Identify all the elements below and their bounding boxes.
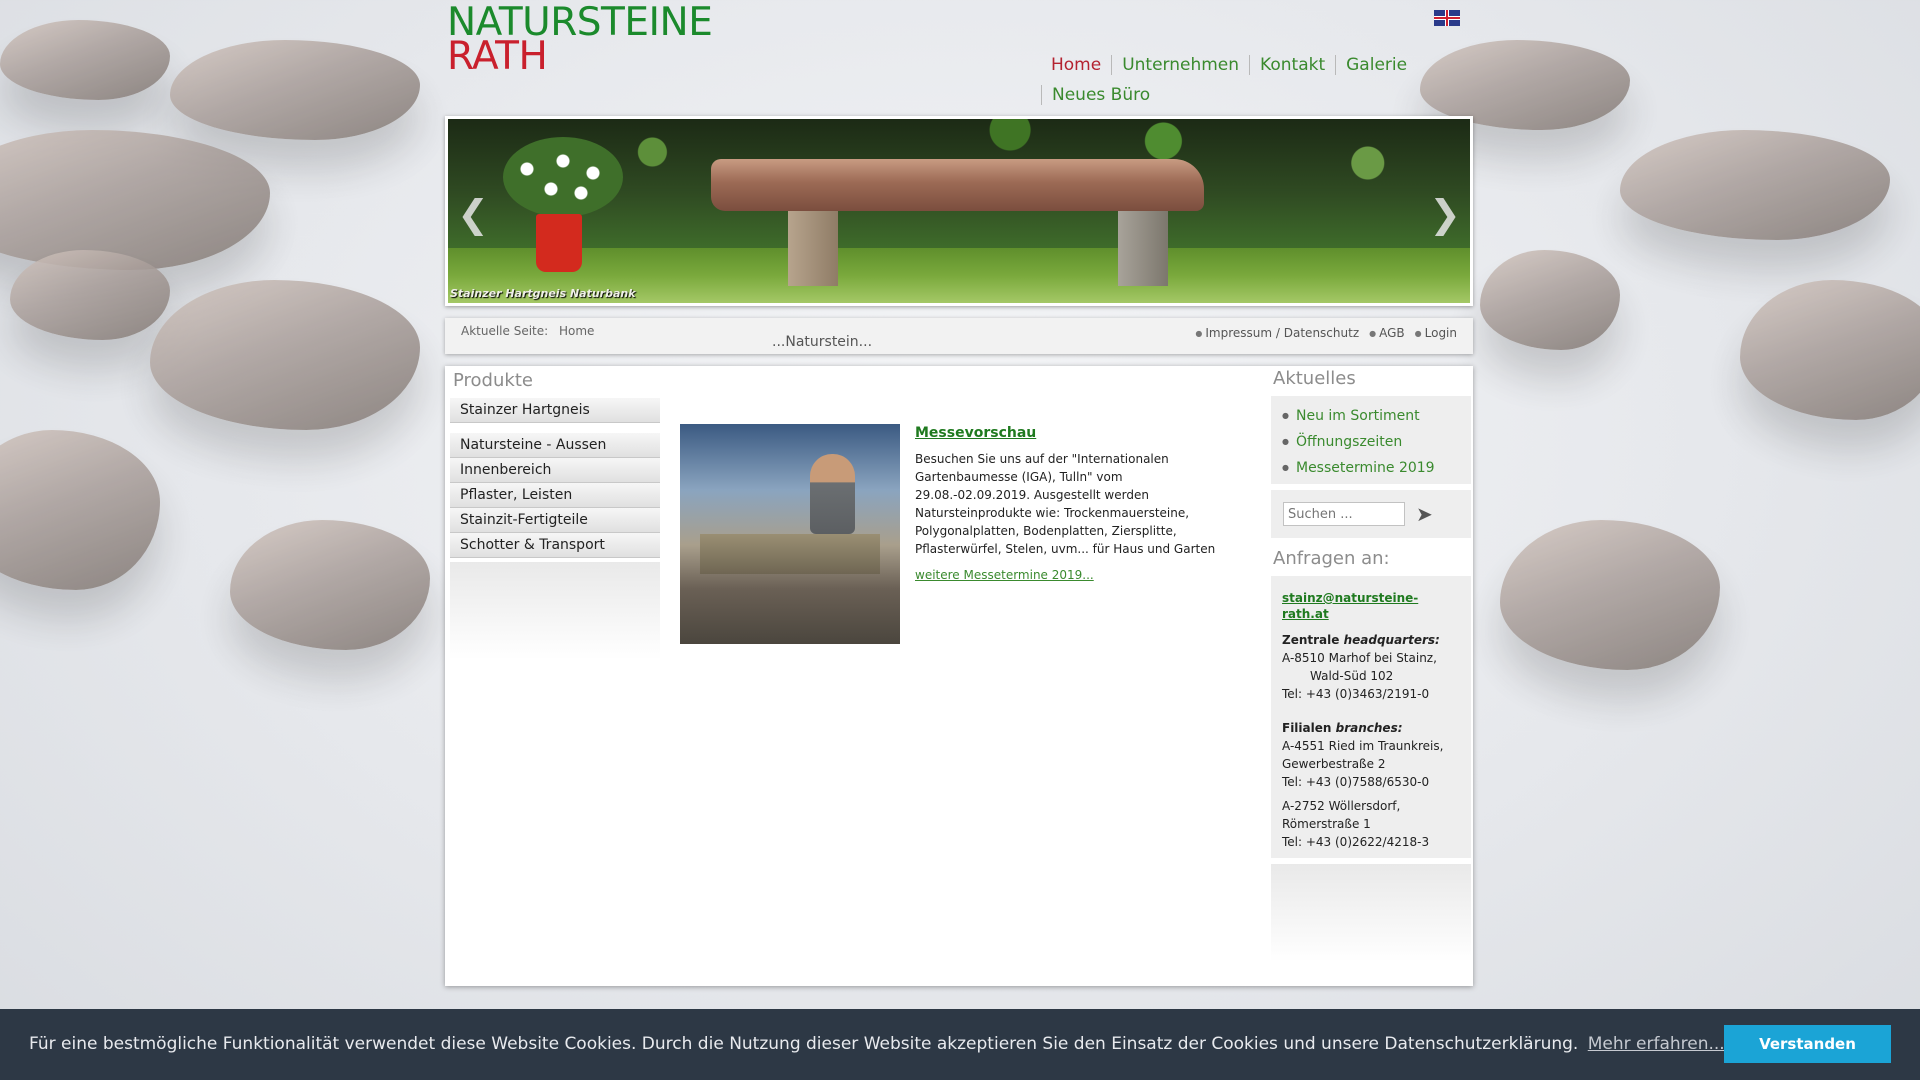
slogan: ...Naturstein...	[772, 334, 873, 350]
breadcrumb-current[interactable]: Home	[559, 324, 594, 338]
product-item[interactable]: Pflaster, Leisten	[450, 483, 660, 507]
branch1-address-1: A-4551 Ried im Traunkreis,	[1282, 739, 1444, 753]
slide-image: Stainzer Hartgneis Naturbank	[448, 119, 1470, 303]
background-rock	[10, 250, 170, 340]
aktuelles-item[interactable]: Öffnungszeiten	[1282, 430, 1435, 456]
background-rock	[230, 520, 430, 650]
cookie-banner: Für eine bestmögliche Funktionalität ver…	[0, 1009, 1920, 1080]
background-rock	[1620, 130, 1890, 240]
aktuelles-heading: Aktuelles	[1273, 368, 1356, 389]
top-links: Impressum / Datenschutz AGB Login	[1185, 326, 1457, 340]
agb-link[interactable]: AGB	[1369, 326, 1405, 340]
background-rock	[150, 280, 420, 430]
login-link[interactable]: Login	[1415, 326, 1457, 340]
aktuelles-item[interactable]: Messetermine 2019	[1282, 456, 1435, 482]
sidebar-fade	[1271, 864, 1471, 962]
image-slider: Stainzer Hartgneis Naturbank ❮ ❯	[445, 116, 1473, 306]
email-link[interactable]: stainz@natursteine-rath.at	[1282, 590, 1462, 622]
nav-item-home[interactable]: Home	[1041, 55, 1111, 75]
branch2-phone: Tel: +43 (0)2622/4218-3	[1282, 835, 1430, 849]
impressum-link[interactable]: Impressum / Datenschutz	[1195, 326, 1359, 340]
article-text: Besuchen Sie uns auf der "Internationale…	[915, 452, 1216, 556]
product-item[interactable]: Stainzit-Fertigteile	[450, 508, 660, 532]
hq-phone: Tel: +43 (0)3463/2191-0	[1282, 687, 1430, 701]
search-box: ➤	[1271, 490, 1471, 538]
contact-box: stainz@natursteine-rath.at Zentrale head…	[1271, 576, 1471, 858]
hq-label: Zentrale headquarters:	[1282, 633, 1440, 647]
product-item[interactable]: Stainzer Hartgneis	[450, 398, 660, 422]
branch2-address-2: Römerstraße 1	[1282, 817, 1371, 831]
background-rock	[1500, 520, 1720, 670]
search-submit-icon[interactable]: ➤	[1416, 502, 1440, 526]
products-menu: Stainzer Hartgneis Natursteine - Aussen …	[450, 398, 660, 558]
english-flag-icon[interactable]	[1434, 10, 1460, 26]
nav-item-neues-buero[interactable]: Neues Büro	[1041, 85, 1160, 105]
hq-address-1: A-8510 Marhof bei Stainz,	[1282, 651, 1437, 665]
article-title[interactable]: Messevorschau	[915, 424, 1235, 442]
background-rock	[1740, 280, 1920, 420]
product-item[interactable]: Schotter & Transport	[450, 533, 660, 557]
logo-line-2: RATH	[447, 34, 548, 79]
breadcrumb-bar: Aktuelle Seite: Home ...Naturstein... Im…	[445, 318, 1473, 354]
nav-item-galerie[interactable]: Galerie	[1335, 55, 1417, 75]
cookie-more-link[interactable]: Mehr erfahren...	[1588, 1034, 1725, 1054]
product-item[interactable]: Natursteine - Aussen	[450, 433, 660, 457]
products-heading: Produkte	[453, 370, 533, 391]
cookie-message: Für eine bestmögliche Funktionalität ver…	[29, 1034, 1725, 1054]
background-rock	[0, 130, 270, 270]
logo[interactable]: NATURSTEINE RATH	[447, 3, 713, 79]
branch1-address-2: Gewerbestraße 2	[1282, 757, 1386, 771]
article-photo	[680, 424, 900, 644]
background-rock	[1480, 250, 1620, 350]
aktuelles-item[interactable]: Neu im Sortiment	[1282, 404, 1435, 430]
menu-fade	[450, 562, 660, 660]
background-rock	[170, 40, 420, 140]
chevron-left-icon[interactable]: ❮	[455, 195, 491, 233]
article-more-link[interactable]: weitere Messetermine 2019...	[915, 566, 1235, 584]
article-body: Messevorschau Besuchen Sie uns auf der "…	[915, 424, 1235, 584]
background-rock	[0, 20, 170, 100]
nav-item-kontakt[interactable]: Kontakt	[1249, 55, 1335, 75]
anfragen-heading: Anfragen an:	[1273, 548, 1390, 569]
search-input[interactable]	[1283, 502, 1405, 526]
branches-label: Filialen branches:	[1282, 721, 1403, 735]
breadcrumb-label: Aktuelle Seite:	[461, 324, 549, 338]
background-rock	[0, 430, 160, 590]
slide-caption: Stainzer Hartgneis Naturbank	[450, 287, 636, 300]
cookie-accept-button[interactable]: Verstanden	[1724, 1025, 1891, 1063]
main-nav: Home Unternehmen Kontakt Galerie Neues Büro	[1041, 55, 1461, 115]
content-panel: Produkte Stainzer Hartgneis Natursteine …	[445, 366, 1473, 986]
branch2-address-1: A-2752 Wöllersdorf,	[1282, 799, 1401, 813]
chevron-right-icon[interactable]: ❯	[1427, 195, 1463, 233]
branch1-phone: Tel: +43 (0)7588/6530-0	[1282, 775, 1430, 789]
product-item[interactable]: Innenbereich	[450, 458, 660, 482]
nav-item-unternehmen[interactable]: Unternehmen	[1111, 55, 1249, 75]
hq-address-2: Wald-Süd 102	[1310, 669, 1394, 683]
aktuelles-box: Neu im Sortiment Öffnungszeiten Messeter…	[1271, 396, 1471, 484]
